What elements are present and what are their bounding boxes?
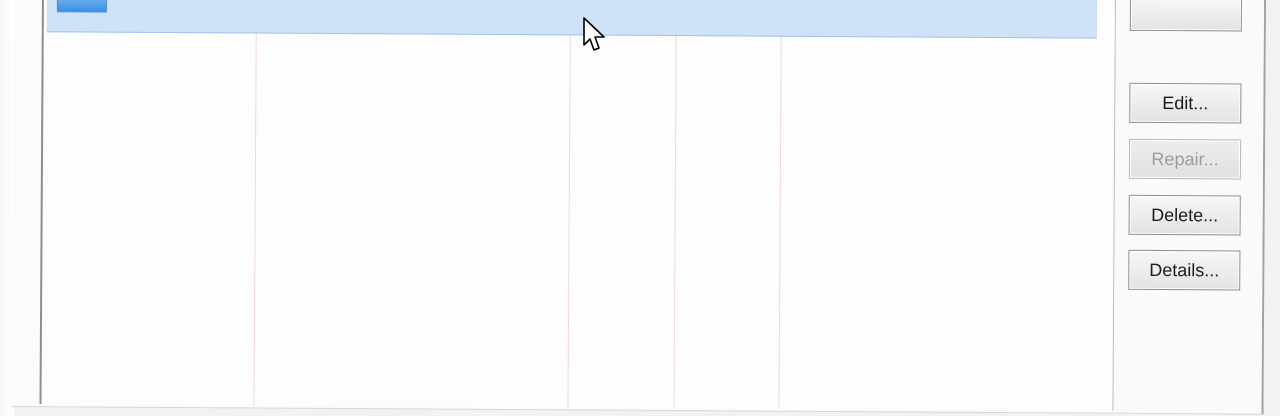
list-row-selected[interactable] — [46, 0, 1097, 39]
connection-icon — [56, 0, 107, 13]
connections-list[interactable] — [39, 0, 1116, 411]
top-partial-button[interactable] — [1129, 0, 1242, 32]
repair-button: Repair... — [1128, 138, 1242, 180]
dialog-screenshot: Edit... Repair... Delete... Details... — [0, 0, 1280, 416]
connection-settings-dialog: Edit... Repair... Delete... Details... — [11, 0, 1266, 415]
action-buttons-panel: Edit... Repair... Delete... Details... — [1113, 0, 1264, 412]
edit-button[interactable]: Edit... — [1129, 82, 1242, 124]
column-divider-2 — [567, 0, 571, 408]
column-divider-3 — [673, 0, 677, 409]
column-divider-1 — [253, 0, 257, 406]
column-divider-4 — [778, 0, 782, 409]
delete-button[interactable]: Delete... — [1128, 194, 1241, 236]
mouse-pointer-icon — [583, 17, 605, 51]
details-button[interactable]: Details... — [1128, 249, 1241, 291]
